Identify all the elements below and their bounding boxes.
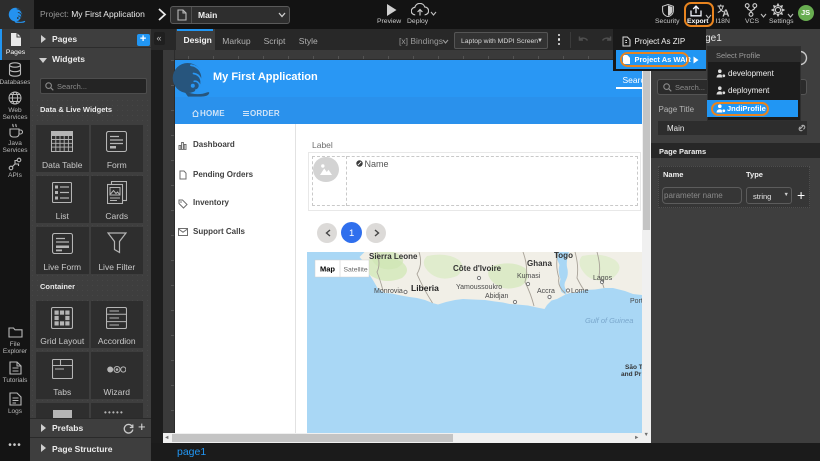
svg-text:Sierra Leone: Sierra Leone [369, 252, 418, 261]
svg-text:Yamoussoukro: Yamoussoukro [456, 284, 502, 291]
svg-text:Lome: Lome [571, 288, 589, 295]
svg-text:Accra: Accra [537, 288, 555, 295]
svg-text:Gulf of Guinea: Gulf of Guinea [585, 316, 633, 325]
svg-text:Satellite: Satellite [344, 267, 368, 274]
svg-text:Togo: Togo [554, 252, 573, 260]
svg-text:A: A [722, 9, 729, 18]
svg-text:Lagos: Lagos [593, 275, 613, 282]
svg-text:Ghana: Ghana [527, 259, 552, 268]
svg-text:and Pr: and Pr [621, 371, 642, 378]
svg-text:Côte d'Ivoire: Côte d'Ivoire [453, 264, 502, 273]
svg-text:São T: São T [625, 364, 642, 371]
svg-text:Kumasi: Kumasi [517, 273, 541, 280]
svg-text:Liberia: Liberia [411, 283, 439, 293]
svg-text:Port: Port [630, 298, 642, 305]
svg-text:Map: Map [320, 265, 335, 274]
svg-text:Abidjan: Abidjan [485, 293, 508, 300]
svg-text:Monrovia: Monrovia [374, 288, 403, 295]
